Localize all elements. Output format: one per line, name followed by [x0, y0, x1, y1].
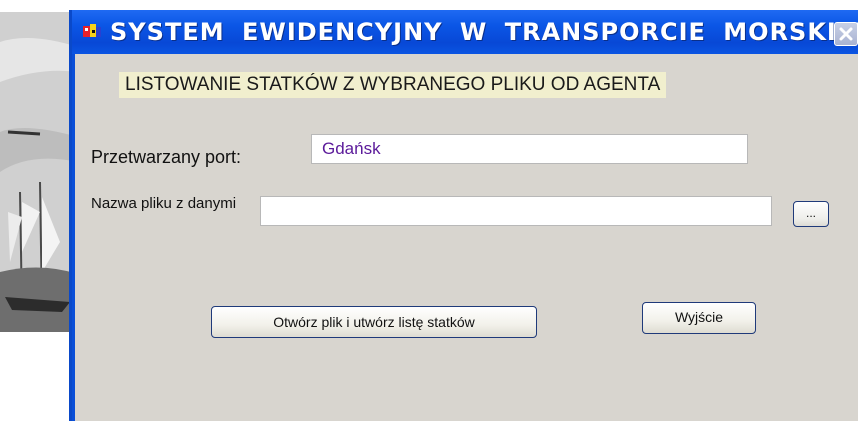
title-bar[interactable]: SYSTEM EWIDENCYJNY W TRANSPORCIE MORSKIM	[72, 10, 858, 54]
close-icon[interactable]	[834, 22, 858, 46]
exit-button[interactable]: Wyjście	[642, 302, 756, 334]
main-window: SYSTEM EWIDENCYJNY W TRANSPORCIE MORSKIM…	[69, 10, 858, 421]
browse-button[interactable]: ...	[793, 201, 829, 227]
sailing-ship-photo	[0, 12, 78, 332]
file-path-input[interactable]	[260, 196, 772, 226]
form-heading: LISTOWANIE STATKÓW Z WYBRANEGO PLIKU OD …	[119, 72, 667, 98]
client-area: LISTOWANIE STATKÓW Z WYBRANEGO PLIKU OD …	[75, 54, 858, 421]
window-title: SYSTEM EWIDENCYJNY W TRANSPORCIE MORSKIM	[110, 18, 858, 46]
file-label: Nazwa pliku z danymi	[91, 195, 237, 212]
desktop: SYSTEM EWIDENCYJNY W TRANSPORCIE MORSKIM…	[0, 0, 858, 421]
port-label: Przetwarzany port:	[91, 147, 242, 167]
app-icon[interactable]	[82, 22, 102, 42]
open-file-button[interactable]: Otwórz plik i utwórz listę statków	[211, 306, 537, 338]
port-input[interactable]: Gdańsk	[311, 134, 748, 164]
